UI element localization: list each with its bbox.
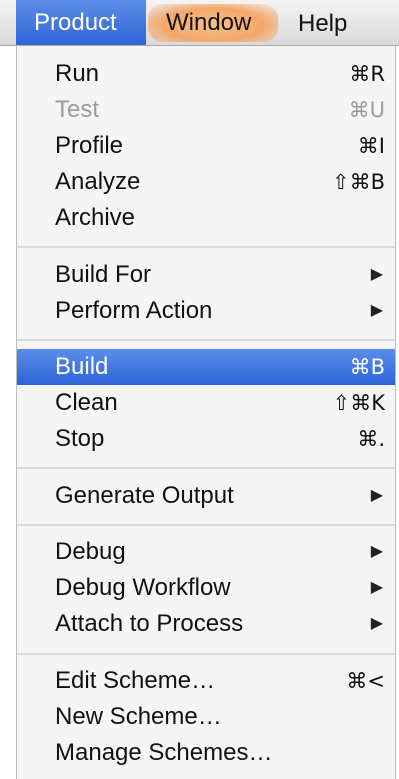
- menu-item-build-for[interactable]: Build For ▶: [17, 257, 395, 293]
- shortcut-label: ⌘R: [349, 62, 385, 86]
- menu-item-label: Stop: [55, 425, 105, 452]
- menu-item-generate-output[interactable]: Generate Output ▶: [17, 478, 395, 514]
- submenu-arrow-icon: ▶: [370, 302, 383, 319]
- menu-item-label: Analyze: [55, 168, 141, 195]
- menu-item-attach-to-process[interactable]: Attach to Process ▶: [17, 606, 395, 642]
- menu-item-label: Test: [55, 96, 100, 123]
- menu-item-label: Profile: [55, 132, 124, 159]
- shortcut-label: ⌘<: [346, 669, 385, 693]
- menu-separator: [17, 524, 395, 527]
- menu-item-run[interactable]: Run ⌘R: [17, 56, 395, 92]
- menu-separator: [17, 339, 395, 342]
- shortcut-label: ⌘U: [348, 98, 385, 122]
- menu-item-label: Debug Workflow: [55, 574, 231, 601]
- menu-item-perform-action[interactable]: Perform Action ▶: [17, 293, 395, 329]
- menu-item-label: Generate Output: [55, 482, 234, 509]
- shortcut-label: ⇧⌘K: [332, 391, 385, 415]
- menu-item-analyze[interactable]: Analyze ⇧⌘B: [17, 164, 395, 200]
- submenu-arrow-icon: ▶: [370, 615, 383, 632]
- shortcut-label: ⌘B: [349, 355, 385, 379]
- submenu-arrow-icon: ▶: [370, 487, 383, 504]
- submenu-arrow-icon: ▶: [370, 543, 383, 560]
- shortcut-label: ⇧⌘B: [331, 170, 385, 194]
- menu-separator: [17, 653, 395, 656]
- product-menu-dropdown: Run ⌘R Test ⌘U Profile ⌘I Analyze ⇧⌘B Ar…: [16, 46, 396, 779]
- menu-item-label: Debug: [55, 538, 126, 565]
- menu-help[interactable]: Help: [298, 6, 347, 42]
- menu-item-edit-scheme[interactable]: Edit Scheme… ⌘<: [17, 663, 395, 699]
- menu-item-profile[interactable]: Profile ⌘I: [17, 128, 395, 164]
- menu-item-label: Clean: [55, 389, 118, 416]
- menu-item-label: Manage Schemes…: [55, 739, 273, 766]
- menu-item-label: Attach to Process: [55, 610, 244, 637]
- screen: Product Window Help Run ⌘R Test ⌘U Profi…: [0, 0, 399, 779]
- menu-item-label: Perform Action: [55, 297, 213, 324]
- menu-item-manage-schemes[interactable]: Manage Schemes…: [17, 735, 395, 771]
- menu-bar: Product Window Help: [0, 0, 399, 46]
- submenu-arrow-icon: ▶: [370, 579, 383, 596]
- menu-separator: [17, 467, 395, 470]
- menu-item-debug-workflow[interactable]: Debug Workflow ▶: [17, 570, 395, 606]
- menu-item-test: Test ⌘U: [17, 92, 395, 128]
- shortcut-label: ⌘I: [357, 134, 385, 158]
- menu-item-debug[interactable]: Debug ▶: [17, 534, 395, 570]
- menu-item-stop[interactable]: Stop ⌘.: [17, 421, 395, 457]
- menu-window[interactable]: Window: [148, 4, 278, 42]
- menu-item-label: Build For: [55, 261, 152, 288]
- submenu-arrow-icon: ▶: [370, 266, 383, 283]
- menu-separator: [17, 246, 395, 249]
- menu-item-label: Build: [55, 353, 109, 380]
- menu-item-label: Run: [55, 60, 100, 87]
- shortcut-label: ⌘.: [357, 427, 385, 451]
- menu-item-archive[interactable]: Archive: [17, 200, 395, 236]
- menu-item-label: New Scheme…: [55, 703, 222, 730]
- menu-product[interactable]: Product: [16, 0, 146, 45]
- menu-item-new-scheme[interactable]: New Scheme…: [17, 699, 395, 735]
- menu-item-clean[interactable]: Clean ⇧⌘K: [17, 385, 395, 421]
- menu-item-build[interactable]: Build ⌘B: [17, 349, 395, 385]
- menu-item-label: Edit Scheme…: [55, 667, 216, 694]
- menu-item-label: Archive: [55, 204, 136, 231]
